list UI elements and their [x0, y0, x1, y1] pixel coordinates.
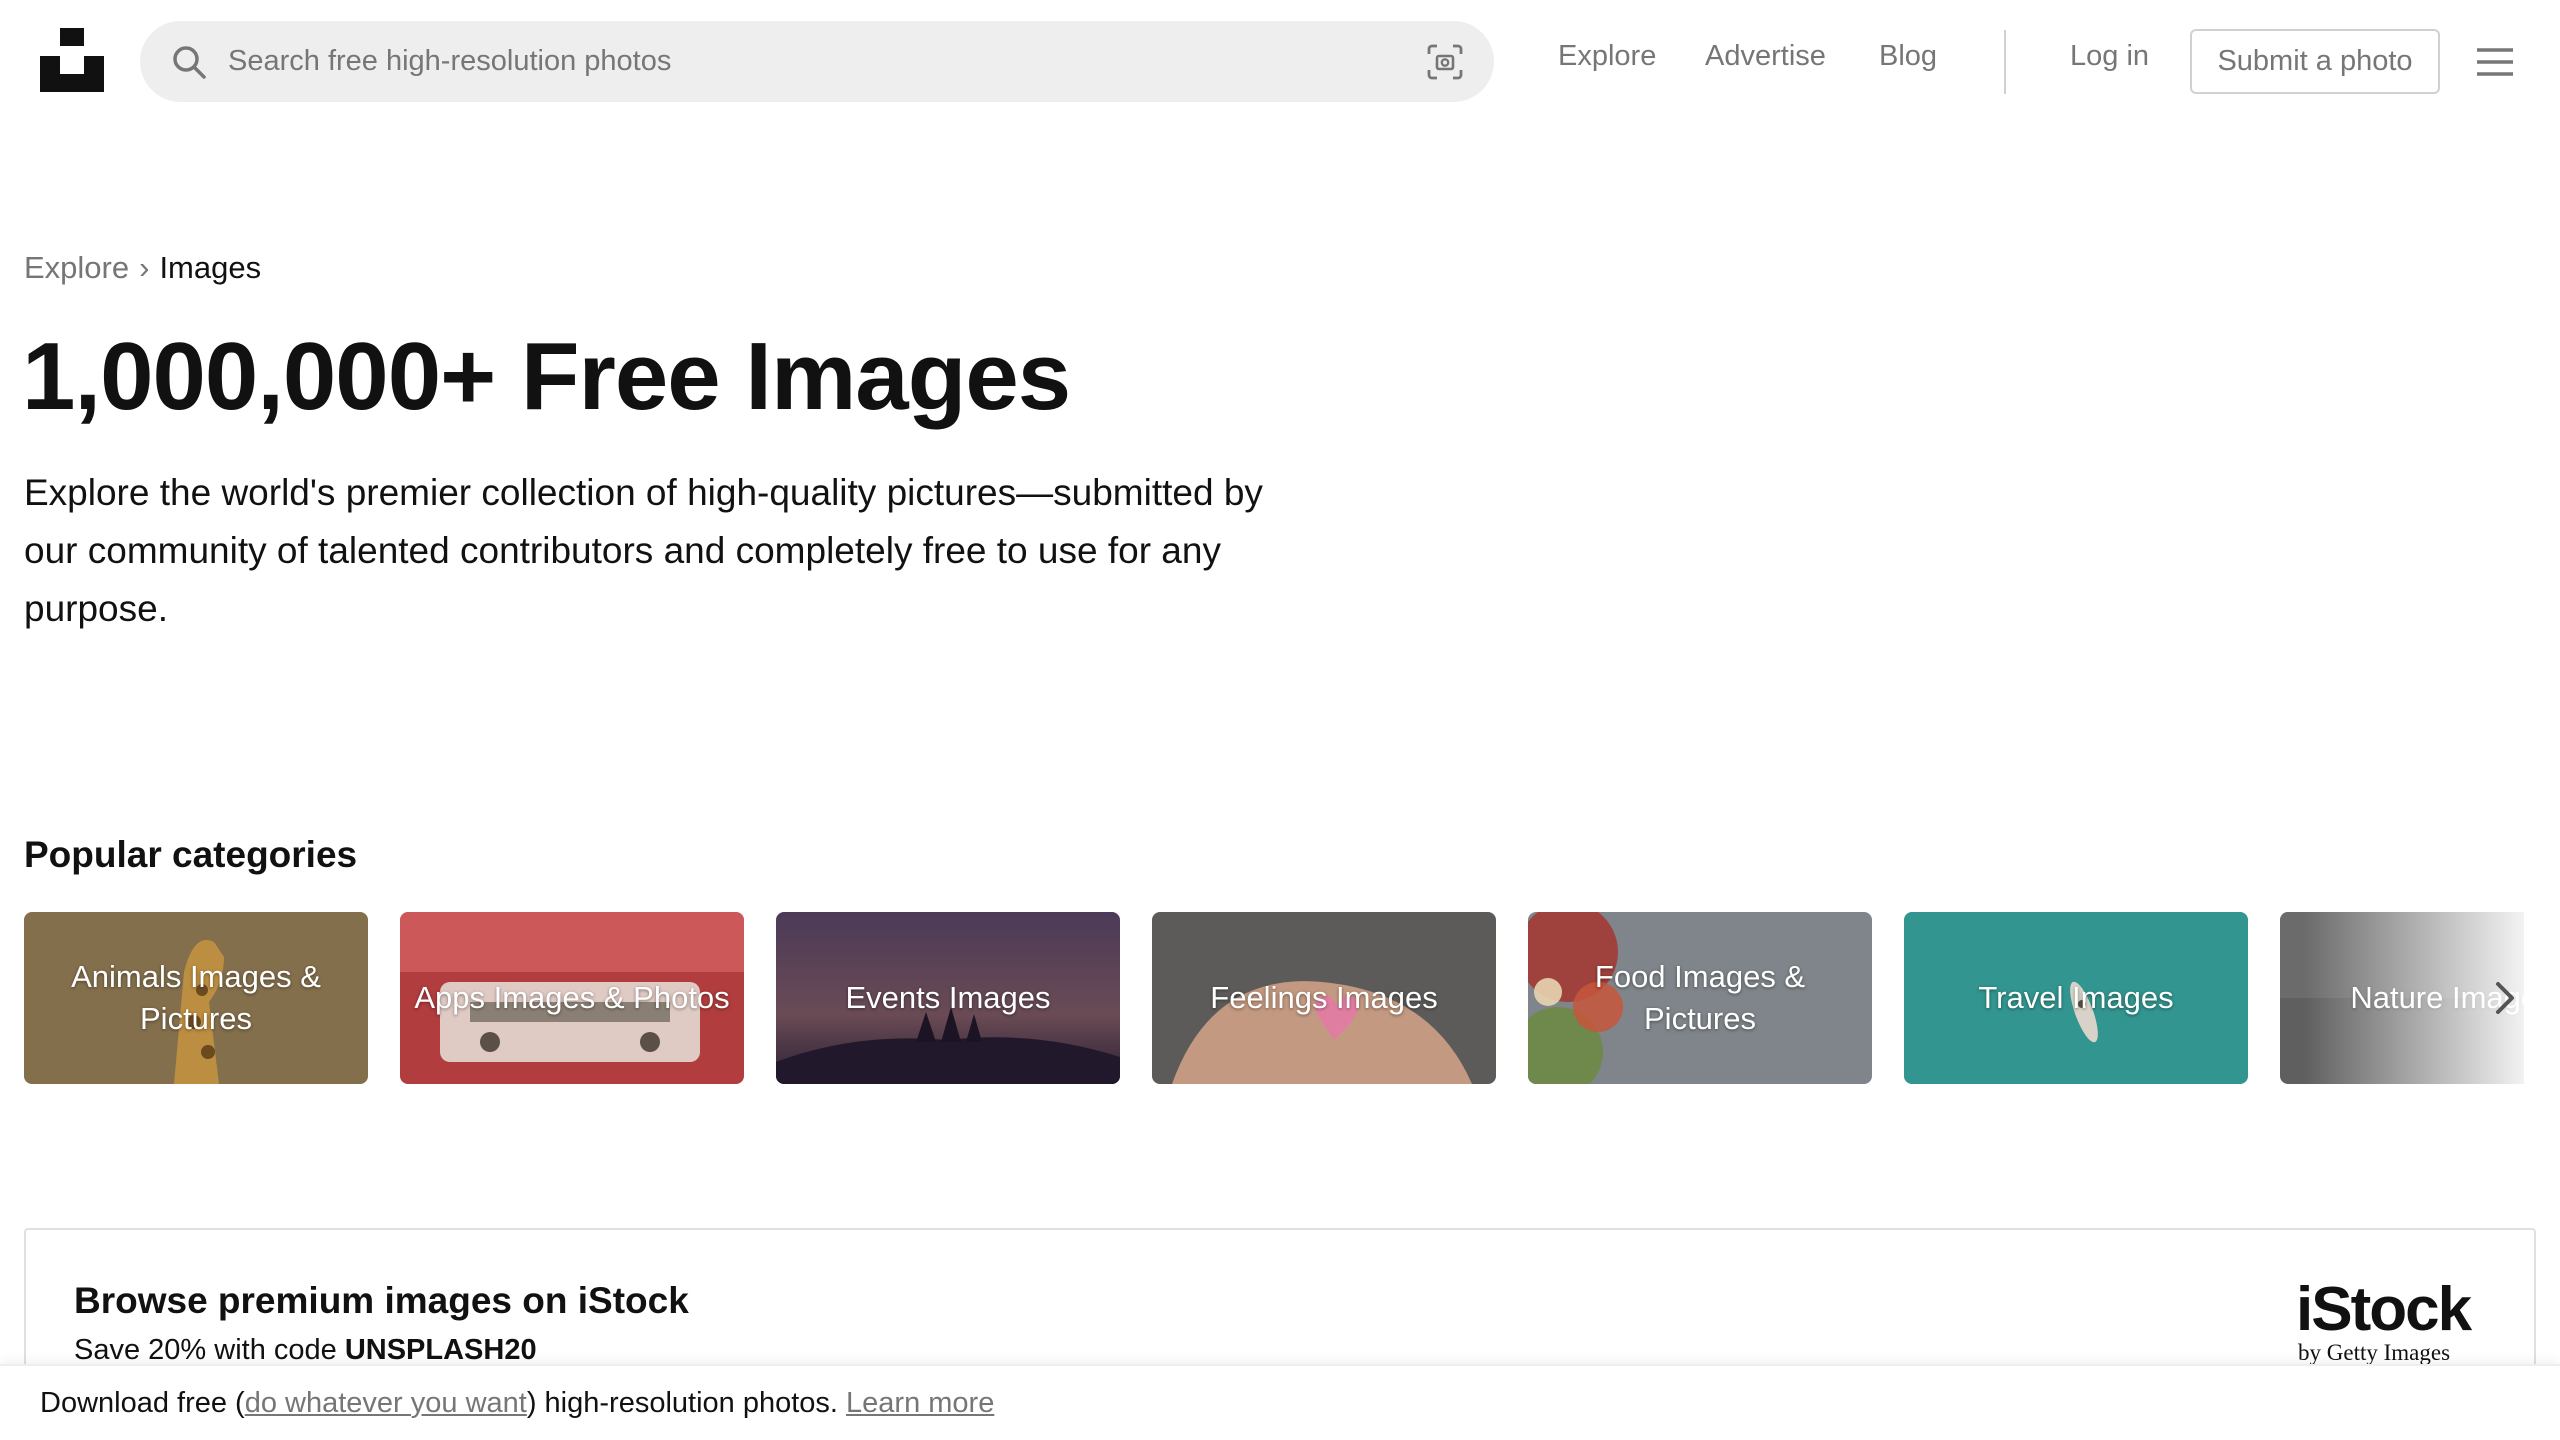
categories-carousel: Animals Images & Pictures Apps Images & … [24, 912, 2524, 1084]
istock-logo-byline: by Getty Images [2298, 1340, 2451, 1365]
page-description: Explore the world's premier collection o… [24, 472, 1263, 629]
visual-search-icon[interactable] [1426, 43, 1464, 81]
category-label: Apps Images & Photos [414, 980, 730, 1015]
search-input[interactable] [228, 21, 1358, 102]
breadcrumb-explore[interactable]: Explore [24, 250, 129, 286]
top-navbar: Explore Advertise Blog Log in Submit a p… [0, 0, 2560, 124]
category-label: Travel Images [1978, 980, 2174, 1015]
category-label: Food Images & Pictures [1594, 959, 1806, 1036]
category-label: Feelings Images [1210, 980, 1438, 1015]
learn-more-link[interactable]: Learn more [846, 1387, 994, 1420]
category-card-events[interactable]: Events Images [776, 912, 1120, 1084]
page-title: 1,000,000+ Free Images [22, 323, 1071, 430]
menu-icon[interactable] [2474, 44, 2516, 80]
promo-title: Browse premium images on iStock [74, 1280, 689, 1321]
nav-explore[interactable]: Explore [1558, 40, 1656, 73]
nav-blog[interactable]: Blog [1879, 40, 1937, 73]
category-card-travel[interactable]: Travel Images [1904, 912, 2248, 1084]
nav-advertise[interactable]: Advertise [1705, 40, 1826, 73]
nav-divider [2004, 30, 2006, 94]
promo-subtitle: Save 20% with code UNSPLASH20 [74, 1334, 537, 1367]
breadcrumb-separator: › [139, 250, 150, 285]
search-icon[interactable] [170, 43, 208, 81]
promo-code: UNSPLASH20 [344, 1334, 537, 1366]
category-card-feelings[interactable]: Feelings Images [1152, 912, 1496, 1084]
category-card-food[interactable]: Food Images & Pictures [1528, 912, 1872, 1084]
submit-photo-button[interactable]: Submit a photo [2190, 29, 2440, 94]
license-notice-bar: Download free ( do whatever you want ) h… [0, 1364, 2560, 1440]
search-bar [140, 21, 1494, 102]
category-label: Animals Images & Pictures [71, 959, 321, 1036]
popular-categories-title: Popular categories [24, 834, 358, 875]
notice-middle: ) high-resolution photos. [526, 1386, 847, 1419]
breadcrumb-current: Images [159, 250, 262, 285]
category-card-animals[interactable]: Animals Images & Pictures [24, 912, 368, 1084]
istock-logo: iStock by Getty Images [2296, 1274, 2496, 1365]
unsplash-logo-icon[interactable] [40, 28, 104, 92]
category-label: Events Images [845, 980, 1051, 1015]
istock-logo-word: iStock [2296, 1275, 2472, 1344]
chevron-right-icon[interactable] [2486, 974, 2526, 1022]
promo-subtitle-text: Save 20% with code [74, 1334, 345, 1366]
license-link[interactable]: do whatever you want [245, 1387, 527, 1420]
breadcrumb: Explore › Images [24, 250, 261, 286]
login-link[interactable]: Log in [2070, 40, 2149, 73]
category-card-apps[interactable]: Apps Images & Photos [400, 912, 744, 1084]
notice-prefix: Download free ( [40, 1386, 245, 1419]
